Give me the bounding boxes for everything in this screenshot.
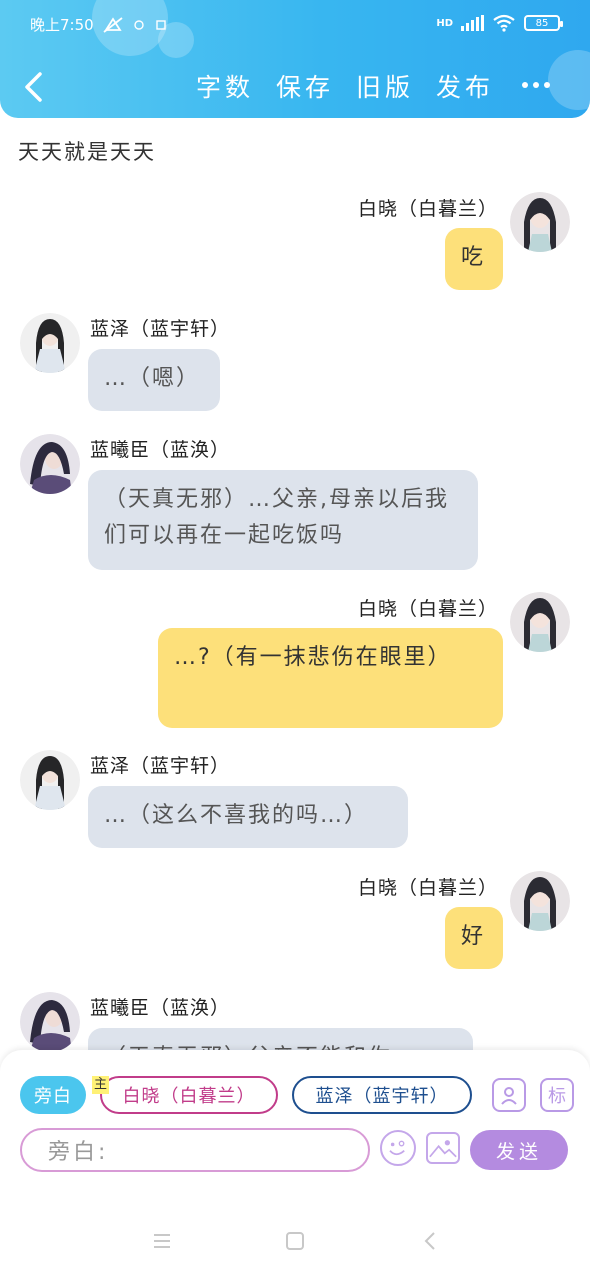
save-button[interactable]: 保存 [276, 68, 334, 104]
image-icon[interactable] [426, 1132, 460, 1164]
avatar-baixiao[interactable] [510, 592, 570, 652]
status-time: 晚上7:50 [30, 16, 94, 34]
app-notify-icon [155, 19, 166, 30]
character-card-icon[interactable] [492, 1078, 526, 1112]
sender-name: 蓝泽（蓝宇轩） [90, 318, 231, 340]
notification-muted-icon [103, 16, 123, 33]
wifi-icon [493, 14, 515, 32]
avatar-lanze[interactable] [20, 313, 80, 373]
old-version-button[interactable]: 旧版 [356, 68, 414, 104]
sender-name: 蓝曦臣（蓝涣） [90, 997, 231, 1019]
sender-name: 蓝曦臣（蓝涣） [90, 439, 231, 461]
system-nav-bar [0, 1205, 590, 1280]
role-chip-lanze[interactable]: 蓝泽（蓝宇轩） [292, 1076, 472, 1114]
message-bubble: （天真无邪）…父亲,母亲以后我们可以再在一起吃饭吗 [88, 470, 478, 570]
avatar-lanxichen[interactable] [20, 992, 80, 1052]
nav-back-icon[interactable] [420, 1231, 440, 1251]
role-chip-baixiao[interactable]: 白晓（白暮兰） [100, 1076, 278, 1114]
decorative-bubble [548, 50, 590, 110]
chat-title: 天天就是天天 [18, 140, 156, 164]
avatar-lanze[interactable] [20, 750, 80, 810]
status-bar: 晚上7:50 HD 85 [30, 14, 563, 38]
battery-icon: 85 [524, 15, 563, 31]
role-chip-narration[interactable]: 旁白 [20, 1076, 86, 1114]
message-bubble: …（嗯） [88, 349, 220, 411]
network-type-label: HD [436, 17, 453, 29]
sender-name: 白晓（白暮兰） [357, 877, 498, 899]
battery-level: 85 [535, 17, 549, 29]
message-input[interactable]: 旁白: [20, 1128, 370, 1172]
header-actions: 字数 保存 旧版 发布 [196, 68, 494, 104]
sender-name: 白晓（白暮兰） [357, 598, 498, 620]
sender-name: 蓝泽（蓝宇轩） [90, 755, 231, 777]
more-options-icon[interactable] [522, 82, 550, 88]
message-bubble: 吃 [445, 228, 503, 290]
avatar-baixiao[interactable] [510, 871, 570, 931]
menu-icon[interactable] [152, 1231, 172, 1251]
sender-name: 白晓（白暮兰） [357, 198, 498, 220]
publish-button[interactable]: 发布 [436, 68, 494, 104]
send-button[interactable]: 发送 [470, 1130, 568, 1170]
message-bubble: 好 [445, 907, 503, 969]
message-bubble: …?（有一抹悲伤在眼里） [158, 628, 503, 728]
home-icon[interactable] [285, 1231, 305, 1251]
app-notify-icon [133, 19, 144, 30]
main-role-tag: 主 [92, 1076, 110, 1094]
avatar-baixiao[interactable] [510, 192, 570, 252]
message-bubble: …（这么不喜我的吗…） [88, 786, 408, 848]
back-button[interactable] [20, 70, 46, 104]
avatar-lanxichen[interactable] [20, 434, 80, 494]
signal-icon [461, 15, 484, 31]
tag-button[interactable]: 标 [540, 1078, 574, 1112]
top-header: 晚上7:50 HD 85 字数 保存 旧版 发布 [0, 0, 590, 118]
word-count-button[interactable]: 字数 [196, 68, 254, 104]
emoji-icon[interactable] [380, 1130, 416, 1166]
